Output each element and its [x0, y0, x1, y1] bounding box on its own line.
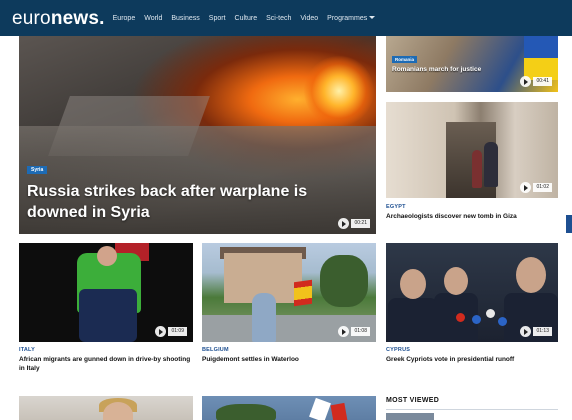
nav-link-scitech[interactable]: Sci-tech — [266, 15, 291, 22]
story-image-cyprus[interactable]: 01:13 — [386, 243, 558, 342]
video-duration: 01:13 — [533, 327, 552, 336]
video-duration: 00:21 — [351, 219, 370, 228]
story-image-partial[interactable] — [19, 396, 193, 420]
tree-shape — [320, 255, 368, 307]
hero-fire-shape — [304, 56, 374, 126]
video-duration: 01:09 — [168, 327, 187, 336]
face-shape — [516, 257, 546, 293]
nav-link-programmes[interactable]: Programmes — [327, 14, 376, 22]
divider — [386, 409, 558, 410]
microphone-shape — [486, 309, 495, 318]
play-icon — [520, 182, 532, 193]
story-image-belgium[interactable]: 01:08 — [202, 243, 376, 342]
most-viewed-heading: MOST VIEWED — [386, 397, 440, 404]
programmes-label: Programmes — [327, 14, 368, 22]
story-image-egypt[interactable]: 01:02 — [386, 102, 558, 198]
hero-story-image[interactable]: Syria Russia strikes back after warplane… — [19, 36, 376, 234]
person-shape — [472, 150, 482, 188]
story-video-badge: 01:09 — [155, 326, 187, 337]
nav-link-video[interactable]: Video — [300, 15, 318, 22]
story-category-badge[interactable]: Romania — [392, 56, 418, 63]
nav-links: Europe World Business Sport Culture Sci-… — [113, 15, 385, 22]
spanish-flag-shape — [294, 279, 312, 307]
story-headline[interactable]: Greek Cypriots vote in presidential runo… — [386, 355, 558, 364]
hero-headline[interactable]: Russia strikes back after warplane is do… — [27, 181, 357, 223]
logo-text-light: euro — [12, 7, 51, 29]
face-shape — [444, 267, 468, 295]
person-shape — [252, 293, 276, 342]
story-category[interactable]: Italy — [19, 347, 35, 353]
person-shape — [484, 142, 498, 187]
logo-dot: . — [99, 7, 105, 29]
body-shape — [79, 289, 137, 342]
story-video-badge: 00:41 — [520, 76, 552, 87]
story-headline[interactable]: African migrants are gunned down in driv… — [19, 355, 193, 373]
play-icon — [520, 326, 532, 337]
scroll-edge-marker — [566, 215, 572, 233]
euronews-logo[interactable]: euronews. — [12, 9, 105, 28]
story-image-romania[interactable]: Romania Romanians march for justice 00:4… — [386, 36, 558, 92]
story-headline[interactable]: Puigdemont settles in Waterloo — [202, 355, 376, 364]
play-icon — [338, 326, 350, 337]
play-icon — [338, 218, 350, 229]
video-duration: 00:41 — [533, 77, 552, 86]
story-category[interactable]: Cyprus — [386, 347, 410, 353]
chevron-down-icon — [369, 16, 376, 20]
story-video-badge: 01:02 — [520, 182, 552, 193]
microphone-shape — [498, 317, 507, 326]
video-duration: 01:02 — [533, 183, 552, 192]
story-headline[interactable]: Romanians march for justice — [392, 66, 481, 73]
hero-video-badge: 00:21 — [338, 218, 370, 229]
hero-category-badge[interactable]: Syria — [27, 166, 48, 174]
nav-link-europe[interactable]: Europe — [113, 15, 136, 22]
play-icon — [520, 76, 532, 87]
microphone-shape — [472, 315, 481, 324]
nav-link-culture[interactable]: Culture — [235, 15, 258, 22]
story-image-italy[interactable]: 01:09 — [19, 243, 193, 342]
play-icon — [155, 326, 167, 337]
story-category[interactable]: Egypt — [386, 204, 406, 210]
nav-link-sport[interactable]: Sport — [209, 15, 226, 22]
head-shape — [97, 246, 117, 266]
flag-shape — [330, 402, 348, 420]
story-video-badge: 01:08 — [338, 326, 370, 337]
nav-link-world[interactable]: World — [144, 15, 162, 22]
face-shape — [400, 269, 426, 299]
story-image-partial[interactable] — [202, 396, 376, 420]
story-video-badge: 01:13 — [520, 326, 552, 337]
story-headline[interactable]: Archaeologists discover new tomb in Giza — [386, 212, 558, 221]
most-viewed-thumbnail[interactable] — [386, 413, 434, 420]
tree-shape — [216, 404, 276, 420]
story-category[interactable]: Belgium — [202, 347, 229, 353]
person-shape — [388, 298, 438, 342]
nav-link-business[interactable]: Business — [171, 15, 199, 22]
top-navigation-bar: euronews. Europe World Business Sport Cu… — [0, 0, 572, 36]
logo-text-bold: news — [50, 7, 100, 29]
flag-shape — [309, 397, 331, 420]
video-duration: 01:08 — [351, 327, 370, 336]
microphone-shape — [456, 313, 465, 322]
flag-shape-blue — [524, 36, 558, 58]
